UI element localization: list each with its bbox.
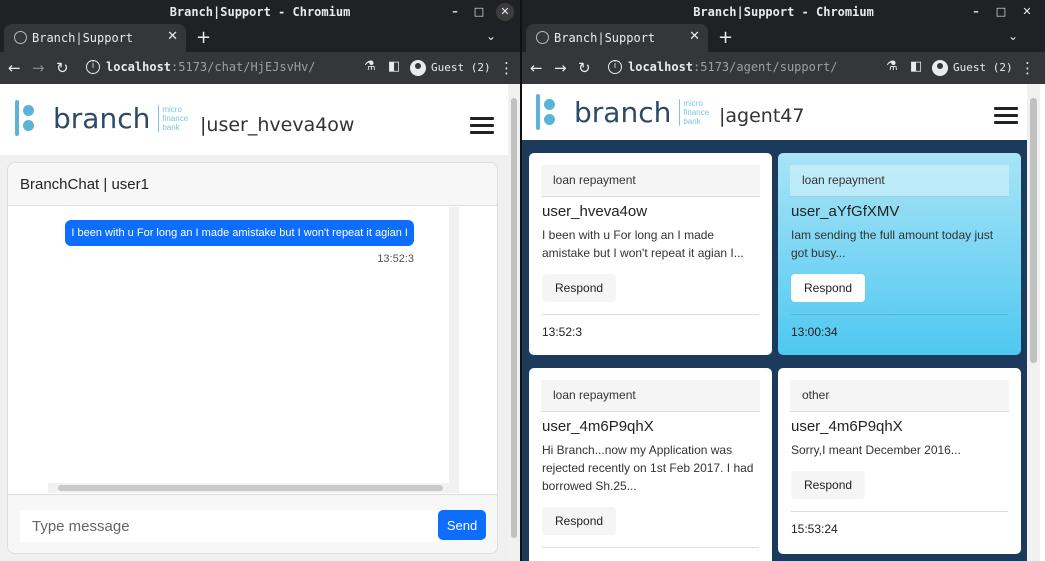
tab-label: Branch|Support <box>554 31 656 45</box>
page-scrollbar[interactable] <box>1027 84 1040 561</box>
maximize-icon[interactable]: □ <box>992 3 1010 21</box>
logo-mark-icon <box>536 92 562 132</box>
browser-tab[interactable]: Branch|Support ✕ <box>4 24 186 52</box>
ticket-user: user_hveva4ow <box>542 203 648 220</box>
minimize-icon[interactable]: – <box>446 3 464 21</box>
chat-title: BranchChat | user1 <box>8 163 497 206</box>
forward-icon[interactable]: → <box>32 59 45 77</box>
respond-button[interactable]: Respond <box>542 507 617 535</box>
ticket-preview: Iam sending the full amount today just g… <box>791 228 994 260</box>
labs-icon[interactable]: ⚗ <box>886 59 898 74</box>
sidepanel-icon[interactable]: ◧ <box>910 59 922 74</box>
site-info-icon[interactable]: i <box>608 60 622 74</box>
close-icon[interactable]: ✕ <box>1018 3 1036 21</box>
chat-card: BranchChat | user1 I been with u For lon… <box>7 162 498 554</box>
browser-toolbar: ← → ↻ i localhost:5173/chat/HjEJsvHv/ ⚗ … <box>0 52 520 84</box>
ticket-category: loan repayment <box>541 380 760 412</box>
site-info-icon[interactable]: i <box>86 60 100 74</box>
app-header: branch micro finance bank |agent47 <box>522 84 1027 140</box>
chevron-down-icon[interactable]: ⌄ <box>1008 29 1018 43</box>
browser-tab[interactable]: Branch|Support ✕ <box>526 24 708 52</box>
profile-button[interactable]: Guest (2) <box>410 60 491 76</box>
message-list[interactable]: I been with u For long an I made amistak… <box>8 207 459 493</box>
sidepanel-icon[interactable]: ◧ <box>388 59 400 74</box>
ticket-card-active[interactable]: loan repayment user_aYfGfXMV Iam sending… <box>778 153 1021 355</box>
address-bar[interactable]: localhost:5173/chat/HjEJsvHv/ <box>106 60 316 74</box>
agent-page: branch micro finance bank |agent47 loan re… <box>522 84 1045 561</box>
tab-strip: Branch|Support ✕ + ⌄ <box>522 24 1045 52</box>
labs-icon[interactable]: ⚗ <box>364 59 376 74</box>
message-timestamp: 13:52:3 <box>377 253 414 265</box>
ticket-card[interactable]: loan repayment user_hveva4ow I been with… <box>529 153 772 355</box>
close-icon[interactable]: ✕ <box>496 3 514 21</box>
app-header: branch micro finance bank |user_hveva4ow <box>0 84 508 155</box>
ticket-card[interactable]: other user_4m6P9qhX Sorry,I meant Decemb… <box>778 368 1021 554</box>
ticket-category: other <box>790 380 1009 412</box>
header-agent-name: |agent47 <box>719 105 805 127</box>
branch-logo[interactable]: branch micro finance bank <box>15 98 188 138</box>
title-bar: Branch|Support - Chromium – □ ✕ <box>522 0 1045 24</box>
ticket-category: loan repayment <box>790 165 1009 197</box>
globe-icon <box>14 31 27 44</box>
agent-browser-window: Branch|Support - Chromium – □ ✕ Branch|S… <box>522 0 1045 561</box>
minimize-icon[interactable]: – <box>967 3 985 21</box>
reload-icon[interactable]: ↻ <box>56 59 69 77</box>
globe-icon <box>536 31 549 44</box>
page-scrollbar[interactable] <box>508 84 520 561</box>
avatar-icon <box>932 60 948 76</box>
ticket-divider <box>542 314 759 315</box>
chat-page: branch micro finance bank |user_hveva4ow B… <box>0 84 520 561</box>
reload-icon[interactable]: ↻ <box>578 59 591 77</box>
chat-footer: Send <box>8 494 497 553</box>
ticket-preview: I been with u For long an I made amistak… <box>542 228 744 260</box>
back-icon[interactable]: ← <box>8 59 21 77</box>
respond-button[interactable]: Respond <box>542 274 617 302</box>
profile-button[interactable]: Guest (2) <box>932 60 1013 76</box>
ticket-time: 15:53:24 <box>791 522 838 536</box>
ticket-grid: loan repayment user_hveva4ow I been with… <box>522 140 1027 561</box>
ticket-divider <box>791 511 1008 512</box>
ticket-user: user_4m6P9qhX <box>542 418 654 435</box>
respond-button[interactable]: Respond <box>791 274 866 302</box>
ticket-user: user_4m6P9qhX <box>791 418 903 435</box>
hamburger-menu-icon[interactable] <box>994 107 1018 125</box>
send-button[interactable]: Send <box>438 510 486 540</box>
tab-close-icon[interactable]: ✕ <box>689 29 700 44</box>
forward-icon[interactable]: → <box>554 59 567 77</box>
ticket-user: user_aYfGfXMV <box>791 203 900 220</box>
ticket-divider <box>542 547 759 548</box>
message-horizontal-scrollbar[interactable] <box>48 483 458 493</box>
ticket-divider <box>791 314 1008 315</box>
maximize-icon[interactable]: □ <box>470 3 488 21</box>
chevron-down-icon[interactable]: ⌄ <box>486 29 496 43</box>
logo-mark-icon <box>15 98 41 138</box>
new-tab-icon[interactable]: + <box>718 27 733 48</box>
tab-label: Branch|Support <box>32 31 134 45</box>
ticket-time: 13:52:3 <box>542 325 583 339</box>
ticket-preview: Sorry,I meant December 2016... <box>791 443 961 457</box>
tab-strip: Branch|Support ✕ + ⌄ <box>0 24 520 52</box>
new-tab-icon[interactable]: + <box>196 27 211 48</box>
ticket-preview: Hi Branch...now my Application was rejec… <box>542 443 754 493</box>
header-username: |user_hveva4ow <box>200 114 355 136</box>
message-vertical-scrollbar[interactable] <box>449 207 459 493</box>
ticket-category: loan repayment <box>541 165 760 197</box>
ticket-card[interactable]: loan repayment user_4m6P9qhX Hi Branch..… <box>529 368 772 561</box>
browser-toolbar: ← → ↻ i localhost:5173/agent/support/ ⚗ … <box>522 52 1045 84</box>
branch-logo[interactable]: branch micro finance bank <box>536 92 709 132</box>
hamburger-menu-icon[interactable] <box>470 117 494 135</box>
back-icon[interactable]: ← <box>530 59 543 77</box>
kebab-menu-icon[interactable]: ⋮ <box>1020 59 1035 77</box>
avatar-icon <box>410 60 426 76</box>
chat-browser-window: Branch|Support - Chromium – □ ✕ Branch|S… <box>0 0 520 561</box>
window-title: Branch|Support - Chromium <box>169 5 351 19</box>
respond-button[interactable]: Respond <box>791 471 866 499</box>
title-bar: Branch|Support - Chromium – □ ✕ <box>0 0 520 24</box>
ticket-time: 13:00:34 <box>791 325 838 339</box>
tab-close-icon[interactable]: ✕ <box>167 29 178 44</box>
kebab-menu-icon[interactable]: ⋮ <box>499 59 514 77</box>
message-bubble: I been with u For long an I made amistak… <box>65 220 414 246</box>
message-input[interactable] <box>20 510 440 542</box>
address-bar[interactable]: localhost:5173/agent/support/ <box>628 60 838 74</box>
